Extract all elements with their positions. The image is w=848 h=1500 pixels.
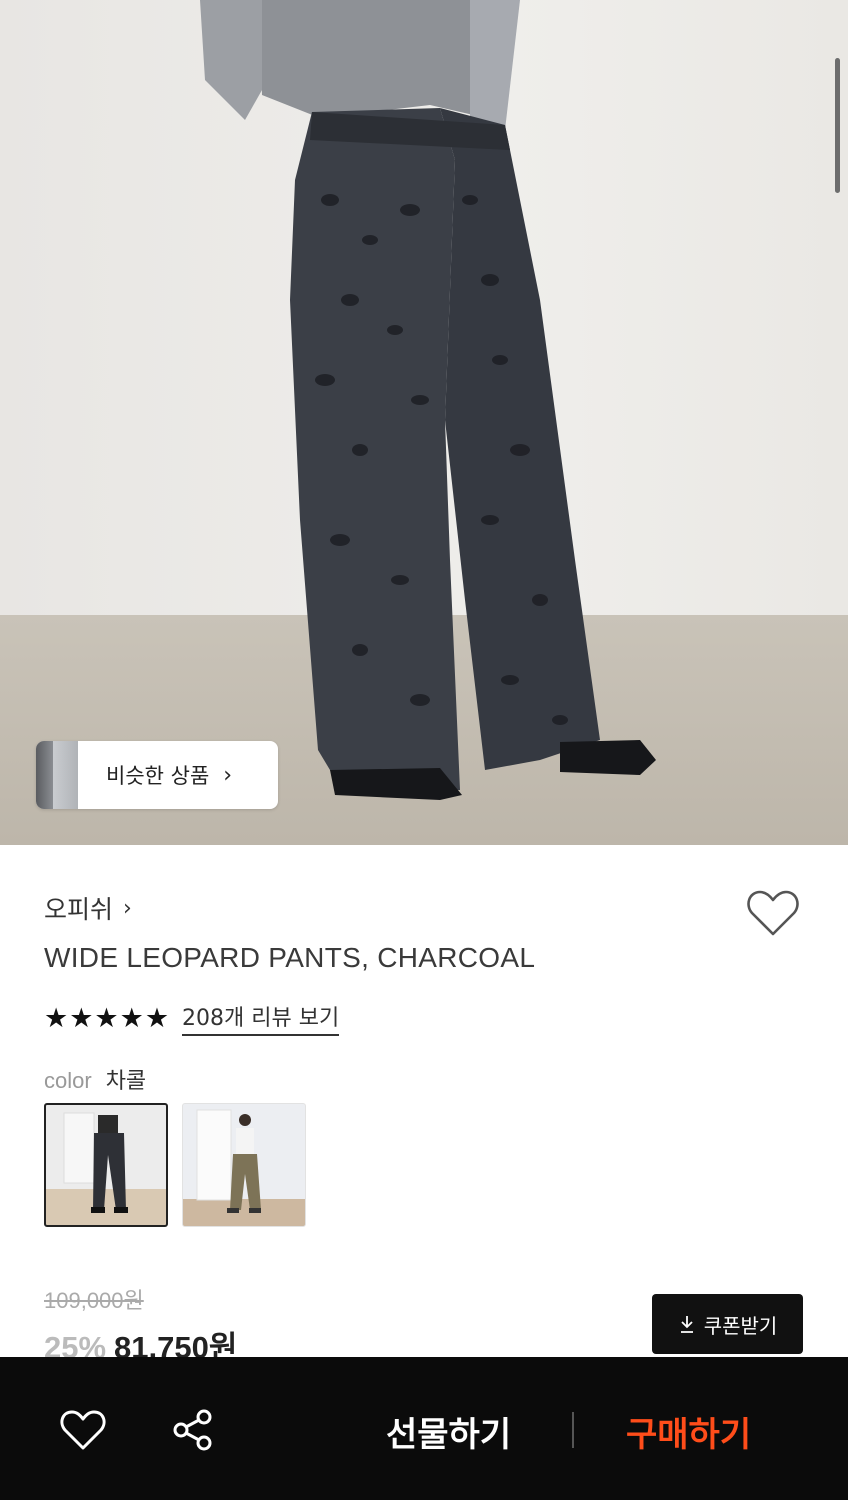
coupon-button[interactable]: 쿠폰받기 xyxy=(652,1294,803,1354)
color-option-image xyxy=(63,1112,128,1213)
discount-rate: 25% xyxy=(44,1330,107,1358)
original-price: 109,000원 xyxy=(44,1288,144,1313)
reviews-link[interactable]: 208개 리뷰 보기 xyxy=(182,1000,340,1036)
chevron-right-icon: › xyxy=(223,762,233,788)
brand-link[interactable]: 오피쉬 › xyxy=(44,890,132,926)
heart-icon[interactable] xyxy=(746,888,800,938)
color-row: color 차콜 xyxy=(44,1063,146,1095)
download-icon xyxy=(680,1316,693,1333)
bottom-action-bar: 선물하기 구매하기 xyxy=(0,1357,848,1500)
sale-price: 81,750원 xyxy=(114,1330,238,1358)
similar-thumbnail xyxy=(36,741,78,809)
chevron-right-icon: › xyxy=(123,895,132,921)
buy-button[interactable]: 구매하기 xyxy=(626,1407,751,1456)
rating-row: ★★★★★ 208개 리뷰 보기 xyxy=(44,1000,340,1036)
coupon-label: 쿠폰받기 xyxy=(703,1313,778,1338)
color-value: 차콜 xyxy=(105,1069,147,1094)
color-option-charcoal[interactable] xyxy=(44,1103,168,1227)
model-illustration xyxy=(200,0,656,800)
color-label: color xyxy=(44,1068,92,1093)
star-rating-icon: ★★★★★ xyxy=(44,1002,171,1034)
product-title: WIDE LEOPARD PANTS, CHARCOAL xyxy=(44,942,536,973)
scrollbar[interactable] xyxy=(835,58,840,193)
color-option-image xyxy=(196,1109,261,1213)
color-option-khaki[interactable] xyxy=(182,1103,306,1227)
brand-name: 오피쉬 xyxy=(44,895,114,924)
similar-products-button[interactable]: 비슷한 상품 › xyxy=(36,741,278,809)
gift-button[interactable]: 선물하기 xyxy=(386,1407,511,1456)
product-hero-image[interactable] xyxy=(0,0,848,845)
bar-divider xyxy=(572,1412,574,1448)
heart-icon[interactable] xyxy=(60,1409,106,1451)
price-row: 25% 81,750원 xyxy=(44,1322,237,1358)
share-icon[interactable] xyxy=(172,1409,214,1451)
similar-products-label: 비슷한 상품 xyxy=(106,764,210,788)
